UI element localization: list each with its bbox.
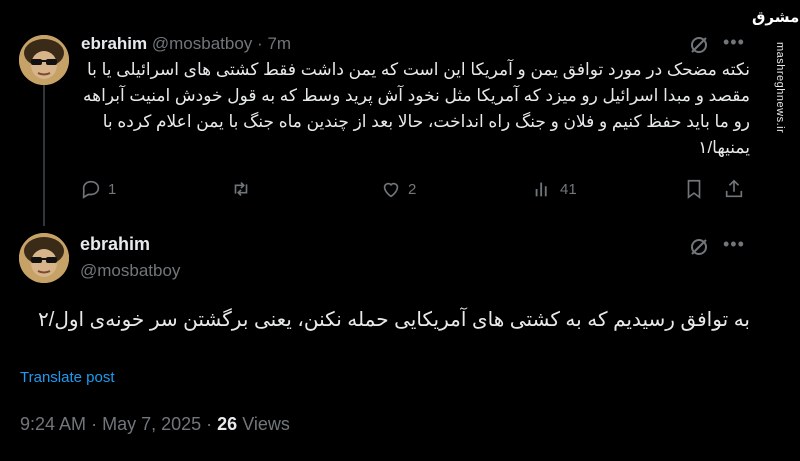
separator: · [91,414,98,434]
repost-button[interactable] [230,178,258,200]
bookmark-icon [687,179,701,199]
like-icon [383,182,399,198]
separator: · [257,34,263,53]
separator: · [206,414,213,434]
grok-icon[interactable] [688,34,710,56]
views-button[interactable]: 41 [532,178,577,200]
post-meta: 9:24 AM · May 7, 2025 · 26 Views [20,414,290,435]
repost-icon [234,181,248,197]
views-count: 41 [560,180,577,198]
avatar[interactable] [19,35,69,85]
avatar-image [19,35,69,85]
watermark-logo: مشرق [752,9,800,26]
more-icon[interactable]: ••• [723,234,745,255]
post-time[interactable]: 9:24 AM [20,414,86,434]
share-button[interactable] [723,178,745,200]
display-name[interactable]: ebrahim [81,34,147,53]
display-name[interactable]: ebrahim [80,234,150,255]
watermark-site: mashreghnews.ir [774,42,786,134]
avatar-image [19,233,69,283]
views-count: 26 [217,414,238,434]
thread-connector-line [43,84,45,226]
share-icon [725,179,743,198]
like-count: 2 [408,180,417,198]
views-icon [535,182,547,197]
translate-post-link[interactable]: Translate post [20,369,115,386]
tweet1-actions: 1 2 41 [80,178,750,202]
tweet1-header: ebrahim @mosbatboy · 7m [81,34,291,54]
more-icon[interactable]: ••• [723,32,745,53]
handle[interactable]: @mosbatboy [152,34,252,53]
post-date[interactable]: May 7, 2025 [102,414,201,434]
tweet2-text: به توافق رسیدیم که به کشتی های آمریکایی … [38,309,750,331]
handle[interactable]: @mosbatboy [80,261,180,281]
tweet1-text: نکته مضحک در مورد توافق یمن و آمریکا این… [83,60,750,157]
reply-count: 1 [108,180,117,198]
views-label: Views [242,414,290,434]
grok-icon[interactable] [688,236,710,258]
reply-button[interactable]: 1 [80,178,116,200]
reply-icon [82,180,100,199]
bookmark-button[interactable] [683,178,705,200]
avatar[interactable] [19,233,69,283]
like-button[interactable]: 2 [380,178,416,200]
timestamp[interactable]: 7m [267,34,291,53]
